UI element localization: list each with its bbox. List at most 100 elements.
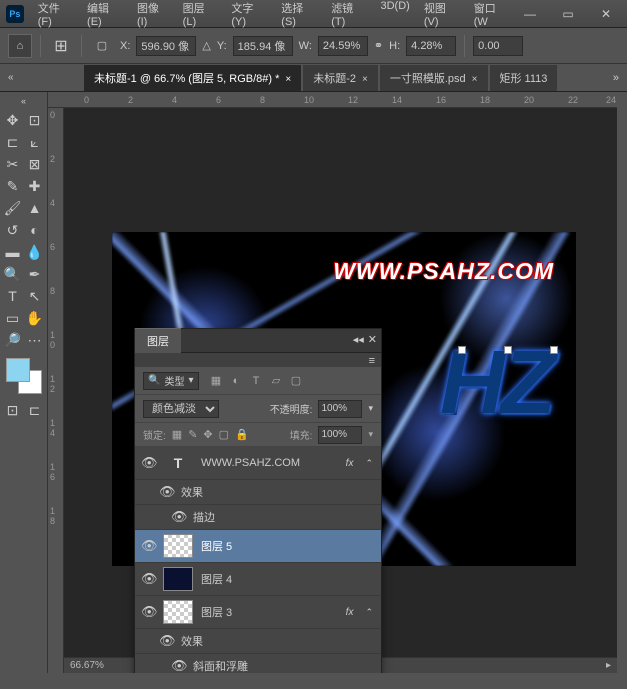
fg-color-swatch[interactable]: [6, 358, 30, 382]
menu-image[interactable]: 图像(I): [131, 0, 175, 31]
quickmask-tool[interactable]: ⊡: [3, 400, 23, 420]
triangle-icon[interactable]: △: [202, 39, 210, 52]
canvas[interactable]: WWW.PSAHZ.COM HZ 图层 ◂◂ ✕ ≡: [64, 108, 617, 673]
y-input[interactable]: [233, 36, 293, 56]
shape-tool[interactable]: ▭: [3, 308, 23, 328]
tab-active[interactable]: 未标题-1 @ 66.7% (图层 5, RGB/8#) *×: [84, 65, 301, 91]
tab-3[interactable]: 一寸照模版.psd×: [380, 65, 488, 91]
artboard-tool[interactable]: ⊡: [25, 110, 45, 130]
eyedropper-tool[interactable]: ✎: [3, 176, 23, 196]
menu-select[interactable]: 选择(S): [275, 0, 323, 31]
blur-tool[interactable]: 💧: [25, 242, 45, 262]
dodge-tool[interactable]: 🔍: [3, 264, 23, 284]
stamp-tool[interactable]: ▲: [25, 198, 45, 218]
filter-text-icon[interactable]: T: [249, 374, 263, 388]
link-icon[interactable]: ⚭: [374, 39, 383, 52]
fill-input[interactable]: [318, 426, 362, 444]
menu-file[interactable]: 文件(F): [32, 0, 79, 31]
status-arrow-icon[interactable]: ▸: [606, 660, 611, 671]
marquee-tool[interactable]: ⊏: [3, 132, 23, 152]
type-tool[interactable]: T: [3, 286, 23, 306]
fx-badge[interactable]: fx: [346, 458, 354, 469]
h-input[interactable]: [406, 36, 456, 56]
menu-filter[interactable]: 滤镜(T): [325, 0, 372, 31]
heal-tool[interactable]: ✚: [25, 176, 45, 196]
layers-tab[interactable]: 图层: [135, 328, 181, 353]
screenmode-tool[interactable]: ⊏: [25, 400, 45, 420]
layer-stroke-row[interactable]: 👁 描边: [135, 505, 381, 530]
filter-smart-icon[interactable]: ▢: [289, 374, 303, 388]
lock-all-icon[interactable]: 🔒: [235, 428, 249, 441]
visibility-icon[interactable]: 👁: [141, 571, 155, 587]
layer-row[interactable]: 👁 图层 3 fx⌃: [135, 596, 381, 629]
lock-artboard-icon[interactable]: ▢: [219, 428, 229, 441]
panel-toggle-icon[interactable]: «: [8, 72, 14, 83]
fx-badge[interactable]: fx: [346, 607, 354, 618]
lasso-tool[interactable]: ⟀: [25, 132, 45, 152]
gradient-tool[interactable]: ▬: [3, 242, 23, 262]
visibility-icon[interactable]: 👁: [141, 538, 155, 554]
frame-tool[interactable]: ⊠: [25, 154, 45, 174]
menu-bar: 文件(F) 编辑(E) 图像(I) 图层(L) 文字(Y) 选择(S) 滤镜(T…: [32, 0, 515, 31]
tab-4[interactable]: 矩形 1113: [490, 65, 558, 91]
relative-icon[interactable]: ▢: [90, 34, 114, 58]
transform-handles[interactable]: [458, 344, 558, 356]
panel-menu-icon[interactable]: ≡: [369, 355, 375, 367]
lock-position-icon[interactable]: ✥: [203, 428, 212, 441]
layer-row[interactable]: 👁 图层 4: [135, 563, 381, 596]
panel-collapse-icon[interactable]: ◂◂: [353, 333, 364, 346]
blend-mode-select[interactable]: 颜色减淡: [143, 400, 219, 418]
tab-2[interactable]: 未标题-2×: [303, 65, 378, 91]
lock-pixels-icon[interactable]: ▦: [172, 428, 182, 441]
visibility-icon[interactable]: 👁: [141, 455, 155, 471]
maximize-icon[interactable]: ▭: [553, 4, 583, 24]
menu-3d[interactable]: 3D(D): [374, 0, 415, 31]
lock-brush-icon[interactable]: ✎: [188, 428, 197, 441]
toolbox-toggle-icon[interactable]: «: [21, 96, 26, 106]
w-input[interactable]: [318, 36, 368, 56]
edit-toolbar[interactable]: ⋯: [25, 330, 45, 350]
layer-effects-row[interactable]: 👁 效果: [135, 480, 381, 505]
color-swatches[interactable]: [6, 358, 42, 394]
layer-bevel-row[interactable]: 👁 斜面和浮雕: [135, 654, 381, 673]
crop-tool[interactable]: ✂: [3, 154, 23, 174]
menu-text[interactable]: 文字(Y): [225, 0, 273, 31]
menu-edit[interactable]: 编辑(E): [81, 0, 129, 31]
x-label: X:: [120, 40, 130, 52]
close-icon[interactable]: ✕: [591, 4, 621, 24]
hand-tool[interactable]: ✋: [25, 308, 45, 328]
filter-shape-icon[interactable]: ▱: [269, 374, 283, 388]
layer-row-selected[interactable]: 👁 图层 5: [135, 530, 381, 563]
layer-row[interactable]: 👁 T WWW.PSAHZ.COM fx⌃: [135, 447, 381, 480]
anchor-icon[interactable]: ⊞: [49, 34, 73, 58]
layer-effects-row[interactable]: 👁 效果: [135, 629, 381, 654]
filter-pixel-icon[interactable]: ▦: [209, 374, 223, 388]
zoom-tool[interactable]: 🔎: [3, 330, 23, 350]
visibility-icon[interactable]: 👁: [159, 484, 173, 500]
path-tool[interactable]: ↖: [25, 286, 45, 306]
minimize-icon[interactable]: —: [515, 4, 545, 24]
opacity-input[interactable]: [318, 400, 362, 418]
x-input[interactable]: [136, 36, 196, 56]
visibility-icon[interactable]: 👁: [171, 658, 185, 673]
brush-tool[interactable]: 🖌: [3, 198, 23, 218]
pen-tool[interactable]: ✒: [25, 264, 45, 284]
tab-close-icon[interactable]: ×: [285, 74, 291, 85]
zoom-level[interactable]: 66.67%: [70, 660, 104, 671]
panel-close-icon[interactable]: ✕: [368, 333, 377, 346]
tabs-overflow-icon[interactable]: »: [613, 72, 619, 84]
rotate-input[interactable]: [473, 36, 523, 56]
menu-layer[interactable]: 图层(L): [177, 0, 224, 31]
right-panel-collapsed[interactable]: [617, 92, 627, 673]
visibility-icon[interactable]: 👁: [159, 633, 173, 649]
history-brush-tool[interactable]: ↺: [3, 220, 23, 240]
tool-preset-icon[interactable]: ⌂: [8, 34, 32, 58]
move-tool[interactable]: ✥: [3, 110, 23, 130]
menu-window[interactable]: 窗口(W: [468, 0, 515, 31]
menu-view[interactable]: 视图(V): [418, 0, 466, 31]
eraser-tool[interactable]: ◐: [25, 220, 45, 240]
filter-type-select[interactable]: 🔍 类型 ▾: [143, 372, 199, 390]
filter-adjust-icon[interactable]: ◐: [229, 374, 243, 388]
visibility-icon[interactable]: 👁: [171, 509, 185, 525]
visibility-icon[interactable]: 👁: [141, 604, 155, 620]
